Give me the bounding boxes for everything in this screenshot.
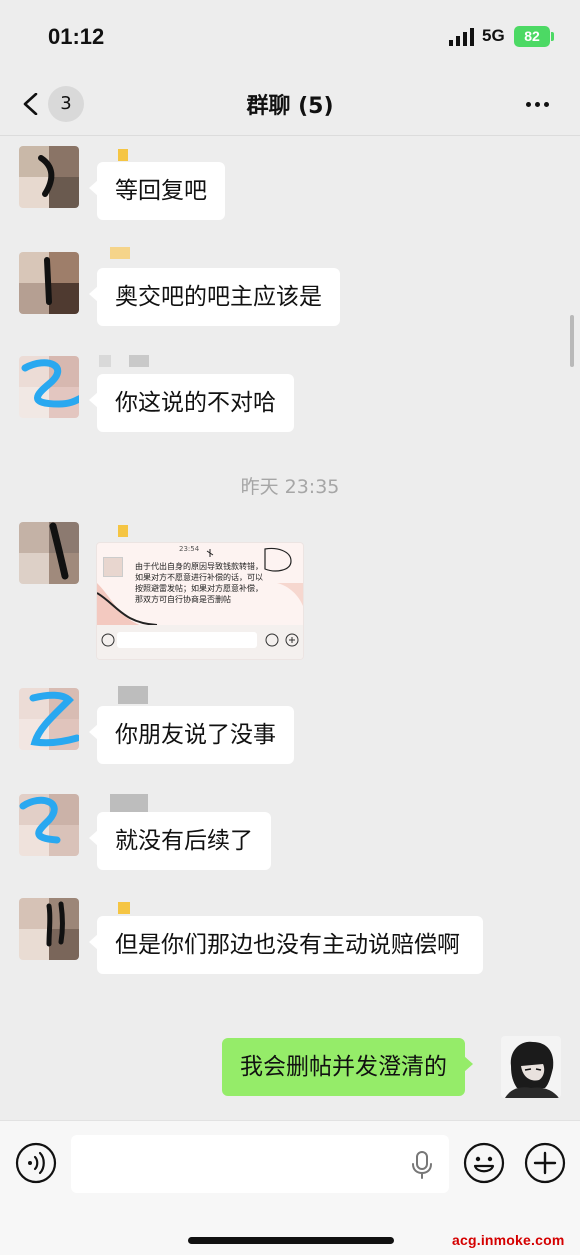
status-time: 01:12: [48, 24, 105, 49]
more-dots-icon: [535, 102, 540, 107]
more-dots-icon: [526, 102, 531, 107]
blue-annotation-mark: [21, 359, 79, 408]
plus-icon[interactable]: [524, 1142, 566, 1184]
chat-title: 群聊 (5): [246, 94, 334, 119]
scribble-mark: [44, 257, 52, 305]
message-bubble[interactable]: 你朋友说了没事: [89, 706, 294, 764]
sender-avatar[interactable]: [19, 356, 79, 418]
battery-icon: [551, 32, 554, 41]
more-options-button[interactable]: [516, 90, 560, 118]
message-bubble[interactable]: 就没有后续了: [89, 812, 271, 870]
sender-avatar[interactable]: [19, 252, 79, 314]
sender-avatar[interactable]: [19, 146, 79, 208]
scrollbar[interactable]: [570, 315, 574, 367]
image-inner-avatar: [103, 557, 123, 577]
my-message-bubble[interactable]: 我会删帖并发澄清的: [222, 1038, 473, 1096]
emoji-icon[interactable]: [463, 1142, 505, 1184]
image-message[interactable]: 23:54 由于代出自身的原因导致钱款转错，如果对方不愿意进行补偿的话，可以按照…: [96, 542, 304, 660]
image-inner-voice-icon: [101, 633, 115, 647]
home-indicator: [188, 1237, 394, 1244]
more-dots-icon: [544, 102, 549, 107]
cellular-signal-icon: [449, 28, 474, 46]
chat-header: 3 群聊 (5): [0, 72, 580, 136]
image-inner-input-field: [117, 632, 257, 648]
sender-avatar[interactable]: [19, 688, 79, 750]
battery-level: 82: [514, 26, 550, 47]
image-inner-emoji-icon: [265, 633, 279, 647]
sender-avatar[interactable]: [19, 898, 79, 960]
image-inner-text: 由于代出自身的原因导致钱款转错，如果对方不愿意进行补偿的话，可以按照避雷发帖；如…: [135, 562, 263, 604]
blue-annotation-mark: [19, 796, 61, 844]
message-timestamp: 昨天 23:35: [240, 476, 340, 498]
message-bubble[interactable]: 奥交吧的吧主应该是: [89, 268, 340, 326]
scribble-mark: [46, 901, 65, 947]
status-bar: 01:12 5G 82: [0, 0, 580, 72]
sender-avatar[interactable]: [19, 522, 79, 584]
scribble-mark: [49, 522, 69, 580]
message-input[interactable]: [71, 1135, 449, 1193]
site-watermark: acg.inmoke.com: [452, 1232, 565, 1248]
sender-avatar[interactable]: [19, 794, 79, 856]
network-type: 5G: [482, 26, 505, 45]
message-bubble[interactable]: 但是你们那边也没有主动说赔偿啊: [89, 916, 483, 974]
blue-annotation-mark: [29, 691, 79, 747]
my-avatar[interactable]: [501, 1036, 561, 1098]
image-inner-time: 23:54: [179, 545, 200, 553]
anime-character-avatar: [505, 1041, 559, 1098]
message-bubble[interactable]: 你这说的不对哈: [89, 374, 294, 432]
scribble-mark: [38, 155, 55, 197]
message-bubble[interactable]: 等回复吧: [89, 162, 225, 220]
voice-input-icon[interactable]: [15, 1142, 57, 1184]
image-inner-plus-icon: [285, 633, 299, 647]
microphone-icon[interactable]: [410, 1151, 434, 1179]
